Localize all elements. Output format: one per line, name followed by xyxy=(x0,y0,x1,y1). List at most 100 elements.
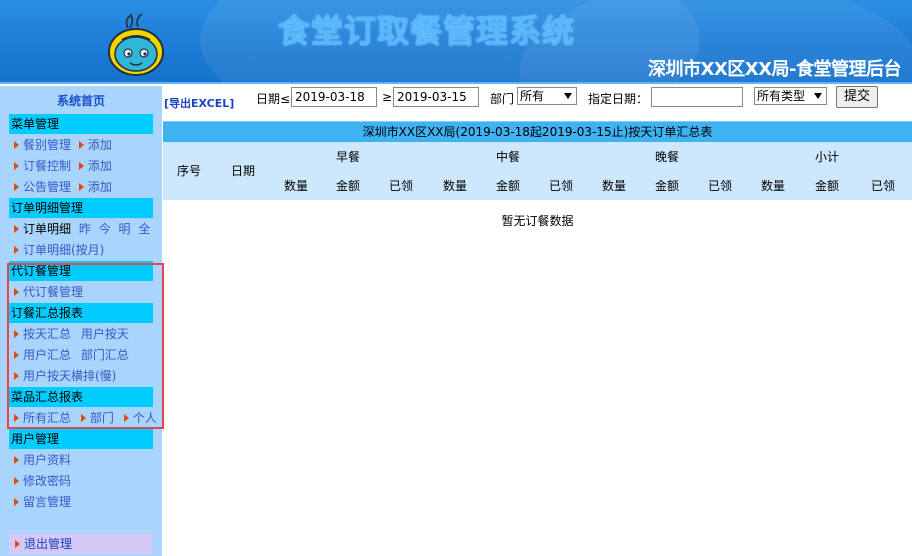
sidebar-link-order-control[interactable]: 订餐控制 xyxy=(23,159,71,173)
col-qty: 数量 xyxy=(601,179,626,193)
sidebar-link-all[interactable]: 全 xyxy=(138,222,150,236)
sidebar-link-notice-add[interactable]: 添加 xyxy=(88,180,112,194)
date-ge-label: ≥ xyxy=(382,90,393,104)
col-taken: 已领 xyxy=(388,179,413,193)
dept-label: 部门 xyxy=(490,92,515,106)
arrow-right-icon xyxy=(80,414,86,422)
col-amount: 金额 xyxy=(335,179,360,193)
sidebar-section-order-summary: 订餐汇总报表 xyxy=(9,303,153,323)
sidebar-row: 公告管理 添加 xyxy=(14,177,112,197)
sidebar-row: 用户按天横排(慢) xyxy=(14,366,116,386)
sidebar-link-user-daily-horizontal[interactable]: 用户按天横排(慢) xyxy=(23,369,116,383)
col-qty: 数量 xyxy=(283,179,308,193)
sidebar-link-yesterday[interactable]: 昨 xyxy=(79,222,91,236)
submit-button[interactable]: 提交 xyxy=(836,86,878,108)
arrow-right-icon xyxy=(14,141,19,149)
col-seq: 序号 xyxy=(177,164,202,178)
arrow-right-icon xyxy=(15,540,20,548)
sidebar-row: 留言管理 xyxy=(14,492,71,512)
arrow-right-icon xyxy=(14,288,19,296)
arrow-right-icon xyxy=(78,141,84,149)
sidebar-row: 订单明细(按月) xyxy=(14,240,104,260)
arrow-right-icon xyxy=(14,162,19,170)
sidebar-link-user-daily[interactable]: 用户按天 xyxy=(81,327,129,341)
col-amount: 金额 xyxy=(654,179,679,193)
dept-select[interactable]: 所有 xyxy=(517,87,577,105)
arrow-right-icon xyxy=(14,456,19,464)
report-title: 深圳市XX区XX局(2019-03-18起2019-03-15止)按天订单汇总表 xyxy=(163,121,912,142)
date-end-input[interactable]: 2019-03-18 xyxy=(291,87,377,107)
sidebar-row: 用户汇总 部门汇总 xyxy=(14,345,129,365)
sidebar-link-dept-summary[interactable]: 部门汇总 xyxy=(81,348,129,362)
sidebar-link-daily-summary[interactable]: 按天汇总 xyxy=(23,327,71,341)
type-select-value: 所有类型 xyxy=(757,89,806,103)
col-taken: 已领 xyxy=(707,179,732,193)
col-taken: 已领 xyxy=(548,179,573,193)
logout-button[interactable]: 退出管理 xyxy=(9,534,153,554)
chevron-down-icon xyxy=(814,93,822,99)
arrow-right-icon xyxy=(14,183,19,191)
sidebar-row: 按天汇总 用户按天 xyxy=(14,324,129,344)
arrow-right-icon xyxy=(14,498,19,506)
sidebar-row: 所有汇总 部门 个人 xyxy=(14,408,157,428)
export-excel-link[interactable]: [导出EXCEL] xyxy=(164,95,234,111)
sidebar-section-order-details: 订单明细管理 xyxy=(9,198,153,218)
specified-date-label: 指定日期： xyxy=(588,92,649,106)
col-amount: 金额 xyxy=(814,179,839,193)
arrow-right-icon xyxy=(78,162,84,170)
system-title: 食堂订取餐管理系统 xyxy=(278,12,576,50)
sidebar-link-dish-personal[interactable]: 个人 xyxy=(133,411,157,425)
report-table: 深圳市XX区XX局(2019-03-18起2019-03-15止)按天订单汇总表… xyxy=(163,121,912,200)
date-start-input[interactable]: 2019-03-15 xyxy=(393,87,479,107)
arrow-right-icon xyxy=(14,330,19,338)
col-amount: 金额 xyxy=(495,179,520,193)
sidebar-home-link[interactable]: 系统首页 xyxy=(0,92,162,109)
date-le-label: 日期≤ xyxy=(256,92,291,106)
sidebar-section-proxy-order: 代订餐管理 xyxy=(9,261,153,281)
specified-date-input[interactable] xyxy=(651,87,743,107)
dept-select-value: 所有 xyxy=(520,89,545,103)
chevron-down-icon xyxy=(564,93,572,99)
sidebar-link-today[interactable]: 今 xyxy=(99,222,111,236)
arrow-right-icon xyxy=(14,372,19,380)
sidebar-link-user-profile[interactable]: 用户资料 xyxy=(23,453,71,467)
sidebar-link-change-password[interactable]: 修改密码 xyxy=(23,474,71,488)
sidebar-section-user-management: 用户管理 xyxy=(9,429,153,449)
sidebar-link-order-control-add[interactable]: 添加 xyxy=(88,159,112,173)
sidebar-link-messages[interactable]: 留言管理 xyxy=(23,495,71,509)
col-qty: 数量 xyxy=(442,179,467,193)
sidebar-row: 用户资料 xyxy=(14,450,71,470)
sidebar-link-order-details[interactable]: 订单明细 xyxy=(23,222,71,236)
arrow-right-icon xyxy=(14,414,19,422)
sidebar-link-proxy-order[interactable]: 代订餐管理 xyxy=(23,285,83,299)
group-subtotal: 小计 xyxy=(814,150,839,164)
group-dinner: 晚餐 xyxy=(654,150,679,164)
organization-title: 深圳市XX区XX局-食堂管理后台 xyxy=(648,59,901,80)
sidebar-link-notice[interactable]: 公告管理 xyxy=(23,180,71,194)
sidebar-row: 修改密码 xyxy=(14,471,71,491)
arrow-right-icon xyxy=(14,246,19,254)
sidebar-link-dish-all[interactable]: 所有汇总 xyxy=(23,411,71,425)
sidebar-row: 订餐控制 添加 xyxy=(14,156,112,176)
sidebar-link-dish-dept[interactable]: 部门 xyxy=(90,411,114,425)
group-lunch: 中餐 xyxy=(495,150,520,164)
filter-toolbar: [导出EXCEL] 日期≤ 2019-03-18 ≥ 2019-03-15 部门… xyxy=(162,86,912,120)
sidebar: 系统首页 菜单管理 餐别管理 添加 订餐控制 添加 公告管理 添加 订单明细管理… xyxy=(0,86,162,556)
sidebar-row: 订单明细 昨 今 明 全 xyxy=(14,219,150,239)
sidebar-link-tomorrow[interactable]: 明 xyxy=(119,222,131,236)
arrow-right-icon xyxy=(14,225,19,233)
report-header: 序号 日期 早餐 中餐 晚餐 小计 数量 金额 已领 数量 金额 已领 数量 金… xyxy=(163,142,912,200)
arrow-right-icon xyxy=(123,414,129,422)
canteen-logo-icon xyxy=(108,13,164,76)
arrow-right-icon xyxy=(14,351,19,359)
col-taken: 已领 xyxy=(870,179,895,193)
sidebar-link-order-details-monthly[interactable]: 订单明细(按月) xyxy=(23,243,104,257)
sidebar-link-meal-type-add[interactable]: 添加 xyxy=(88,138,112,152)
sidebar-link-meal-type[interactable]: 餐别管理 xyxy=(23,138,71,152)
sidebar-row: 代订餐管理 xyxy=(14,282,83,302)
sidebar-link-user-summary[interactable]: 用户汇总 xyxy=(23,348,71,362)
col-date: 日期 xyxy=(230,164,255,178)
type-select[interactable]: 所有类型 xyxy=(754,87,827,105)
logout-label: 退出管理 xyxy=(24,537,73,551)
sidebar-section-dish-summary: 菜品汇总报表 xyxy=(9,387,153,407)
